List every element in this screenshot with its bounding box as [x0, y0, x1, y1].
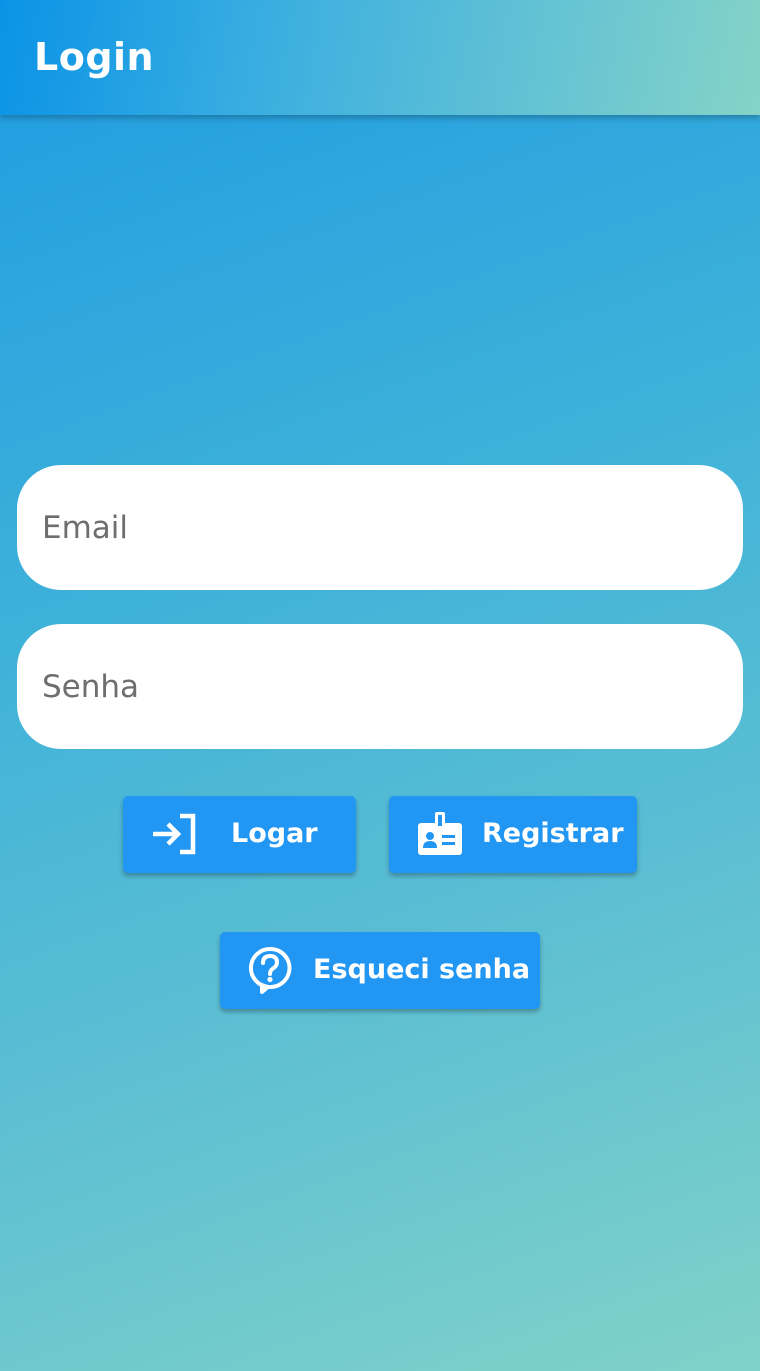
forgot-password-button[interactable]: Esqueci senha	[220, 932, 540, 1009]
email-input[interactable]	[42, 465, 722, 590]
app-bar: Login	[0, 0, 760, 115]
login-button[interactable]: Logar	[123, 796, 356, 873]
email-field-container	[17, 465, 743, 590]
register-button[interactable]: Registrar	[389, 796, 637, 873]
password-input[interactable]	[42, 624, 722, 749]
badge-icon	[417, 811, 463, 857]
login-icon	[151, 813, 197, 855]
help-bubble-icon	[248, 946, 292, 994]
password-field-container	[17, 624, 743, 749]
page-title: Login	[34, 35, 155, 79]
forgot-password-label: Esqueci senha	[313, 954, 531, 985]
login-button-label: Logar	[231, 818, 318, 849]
register-button-label: Registrar	[482, 818, 624, 849]
